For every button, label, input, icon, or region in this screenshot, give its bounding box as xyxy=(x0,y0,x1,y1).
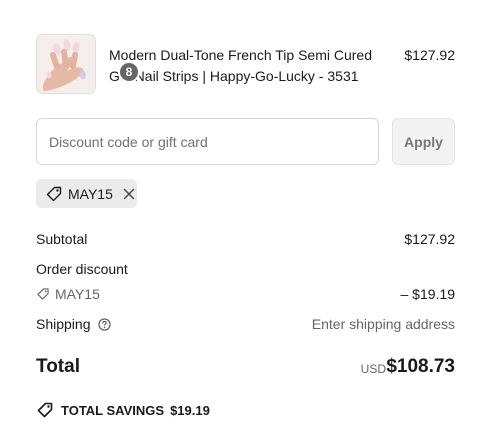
subtotal-label: Subtotal xyxy=(36,231,88,247)
discount-code-line: MAY15 xyxy=(36,286,100,302)
tag-icon xyxy=(36,287,50,301)
product-name: Modern Dual-Tone French Tip Semi Cured G… xyxy=(109,47,373,84)
help-icon[interactable] xyxy=(98,318,112,331)
order-discount-label: Order discount xyxy=(36,261,128,277)
total-savings-label: TOTAL SAVINGS xyxy=(61,402,165,418)
shipping-label: Shipping xyxy=(36,316,91,332)
apply-discount-button[interactable]: Apply xyxy=(392,118,455,165)
shipping-value: Enter shipping address xyxy=(311,316,455,332)
subtotal-value: $127.92 xyxy=(404,231,455,247)
tag-icon xyxy=(45,185,63,203)
shipping-row: Shipping Enter shipping address xyxy=(36,316,455,332)
total-label: Total xyxy=(36,356,80,377)
discount-code-input[interactable] xyxy=(36,118,379,165)
order-discount-code: MAY15 xyxy=(55,286,100,302)
total-savings: TOTAL SAVINGS $19.19 xyxy=(36,401,210,419)
order-discount-value: – $19.19 xyxy=(400,286,456,302)
currency-code: USD xyxy=(360,362,386,376)
close-icon[interactable] xyxy=(122,187,136,201)
tag-icon xyxy=(36,401,54,419)
nail-strips-photo xyxy=(37,35,95,93)
total-amount: $108.73 xyxy=(386,356,455,377)
order-discount-row: Order discount xyxy=(36,261,455,277)
applied-discount-code: MAY15 xyxy=(68,185,113,202)
total-savings-amount: $19.19 xyxy=(170,402,210,418)
quantity-badge: 8 xyxy=(118,61,140,83)
line-item: 8 Modern Dual-Tone French Tip Semi Cured… xyxy=(36,34,455,96)
discount-code-row: MAY15 – $19.19 xyxy=(36,286,455,304)
subtotal-row: Subtotal $127.92 xyxy=(36,231,455,247)
applied-discount-chip: MAY15 xyxy=(36,179,137,208)
product-thumbnail xyxy=(36,34,96,94)
product-price: $127.92 xyxy=(404,47,455,63)
